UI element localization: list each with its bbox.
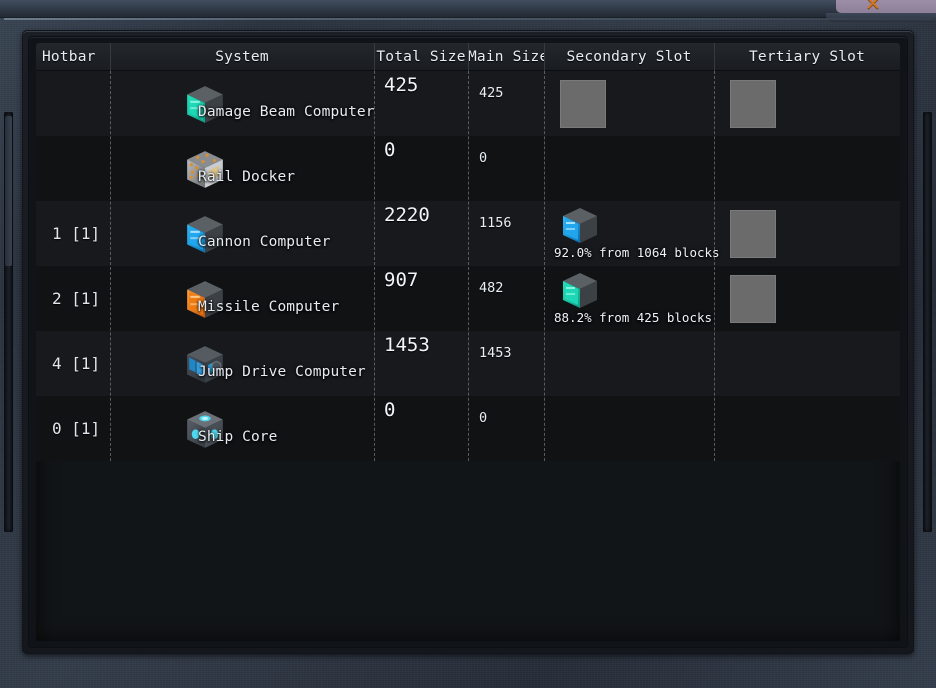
table-row[interactable]: 1 [1] Cannon Computer 2220 1156 92.0% from 1… [36,201,900,266]
cell-hotbar: 0 [1] [36,396,110,461]
slot-placeholder[interactable] [730,275,776,323]
table-row[interactable]: 0 [1] Ship Core 0 0 [36,396,900,461]
hotbar-slot-label: 4 [1] [52,354,101,373]
total-size-value: 0 [384,139,396,161]
cell-secondary-slot[interactable]: 88.2% from 425 blocks [544,266,714,331]
slot-efficiency-label: 88.2% from 425 blocks [554,310,713,325]
cell-main-size: 0 [468,136,544,201]
system-name-label: Damage Beam Computer [198,104,375,120]
cell-tertiary-slot[interactable] [714,331,900,396]
cell-hotbar [36,136,110,201]
total-size-value: 1453 [384,334,430,356]
slot-efficiency-label: 92.0% from 1064 blocks [554,245,720,260]
cell-tertiary-slot[interactable] [714,266,900,331]
cell-hotbar: 4 [1] [36,331,110,396]
titlebar-accent [836,0,936,13]
cell-hotbar: 2 [1] [36,266,110,331]
cell-total-size: 1453 [374,331,468,396]
main-size-value: 0 [479,410,488,426]
cell-main-size: 482 [468,266,544,331]
cannon-computer-icon [560,206,600,246]
slot-placeholder[interactable] [560,80,606,128]
column-header-main-size[interactable]: Main Size [468,43,544,70]
column-header-tertiary-slot[interactable]: Tertiary Slot [714,43,900,70]
system-name-label: Jump Drive Computer [198,364,366,380]
cell-system[interactable]: Damage Beam Computer [110,71,375,136]
cell-main-size: 0 [468,396,544,461]
column-header-total-size[interactable]: Total Size [374,43,468,70]
system-name-label: Rail Docker [198,169,296,185]
window-frame: ✕ Hotbar System Total Size Main Size Sec… [0,0,936,688]
damage-beam-computer-icon [560,271,600,311]
cell-system[interactable]: Ship Core [110,396,374,461]
inventory-table: Hotbar System Total Size Main Size Secon… [36,43,900,641]
scrollbar-right[interactable] [923,112,932,532]
cell-total-size: 907 [374,266,468,331]
slot-placeholder[interactable] [730,80,776,128]
main-size-value: 1156 [479,215,512,231]
frame-highlight [4,18,932,20]
table-row[interactable]: Damage Beam Computer 425 425 [36,71,900,136]
cell-main-size: 425 [468,71,544,136]
cell-secondary-slot[interactable] [544,136,714,201]
cell-system[interactable]: Cannon Computer [110,201,374,266]
cell-tertiary-slot[interactable] [714,396,900,461]
hotbar-slot-label: 0 [1] [52,419,101,438]
close-icon[interactable]: ✕ [862,0,884,14]
system-name-label: Cannon Computer [198,234,331,250]
scrollbar-left-thumb[interactable] [5,116,12,266]
window-titlebar [0,0,936,18]
cell-hotbar: 1 [1] [36,201,110,266]
total-size-value: 2220 [384,204,430,226]
systems-panel: Hotbar System Total Size Main Size Secon… [36,43,900,641]
cell-secondary-slot[interactable] [544,71,714,136]
cell-secondary-slot[interactable] [544,396,714,461]
cell-system[interactable]: Missile Computer [110,266,374,331]
cell-system[interactable]: Jump Drive Computer [110,331,374,396]
table-row[interactable]: 4 [1] Jump Drive Computer 1453 1453 [36,331,900,396]
table-rows: Damage Beam Computer 425 425 Rail Docker 0 0 1… [36,71,900,461]
cell-secondary-slot[interactable]: 92.0% from 1064 blocks [544,201,720,266]
cell-tertiary-slot[interactable] [714,201,900,266]
cell-tertiary-slot[interactable] [714,71,900,136]
column-header-system[interactable]: System [110,43,374,70]
table-row[interactable]: Rail Docker 0 0 [36,136,900,201]
total-size-value: 907 [384,269,419,291]
cell-main-size: 1156 [468,201,544,266]
system-name-label: Ship Core [198,429,278,445]
total-size-value: 425 [384,74,419,96]
table-row[interactable]: 2 [1] Missile Computer 907 482 88.2% from 42… [36,266,900,331]
main-size-value: 482 [479,280,504,296]
system-name-label: Missile Computer [198,299,340,315]
cell-tertiary-slot[interactable] [714,136,900,201]
main-size-value: 425 [479,85,504,101]
cell-total-size: 2220 [374,201,468,266]
cell-main-size: 1453 [468,331,544,396]
cell-secondary-slot[interactable] [544,331,714,396]
column-header-secondary-slot[interactable]: Secondary Slot [544,43,714,70]
table-header: Hotbar System Total Size Main Size Secon… [36,43,900,71]
hotbar-slot-label: 2 [1] [52,289,101,308]
slot-placeholder[interactable] [730,210,776,258]
cell-total-size: 425 [374,71,468,136]
column-header-hotbar[interactable]: Hotbar [36,43,110,70]
cell-total-size: 0 [374,396,468,461]
main-size-value: 1453 [479,345,512,361]
cell-system[interactable]: Rail Docker [110,136,374,201]
main-size-value: 0 [479,150,488,166]
total-size-value: 0 [384,399,396,421]
cell-total-size: 0 [374,136,468,201]
cell-hotbar [36,71,110,136]
scrollbar-left[interactable] [4,112,13,532]
hotbar-slot-label: 1 [1] [52,224,101,243]
